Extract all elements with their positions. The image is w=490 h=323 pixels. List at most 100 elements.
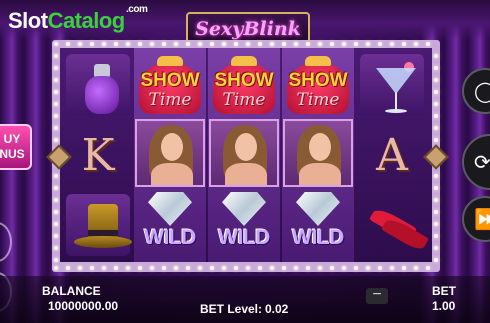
bulb-light (270, 266, 274, 270)
bulb-light (78, 42, 82, 46)
symbol-k: K (62, 120, 134, 190)
symbol-wild: WILD (134, 188, 206, 258)
bulb-light (54, 90, 58, 94)
bulb-light (378, 266, 382, 270)
bulb-light (318, 42, 322, 46)
bulb-light (54, 186, 58, 190)
bulb-light (66, 266, 70, 270)
bulb-light (54, 222, 58, 226)
bulb-light (150, 266, 154, 270)
wild-label: WILD (218, 226, 270, 249)
diamond-wild-icon: WILD (282, 188, 354, 258)
bulb-light (294, 42, 298, 46)
bulb-light (390, 266, 394, 270)
bulb-light (390, 42, 394, 46)
bulb-light (378, 42, 382, 46)
show-time-icon: SHOW Time (135, 52, 205, 118)
martini-icon (360, 54, 424, 116)
symbol-red-heels (356, 190, 429, 260)
bulb-light (54, 174, 58, 178)
balance-label: BALANCE (42, 284, 101, 298)
bulb-light (306, 42, 310, 46)
bulb-light (434, 54, 438, 58)
letter-a: A (376, 129, 408, 181)
bulb-light (54, 54, 58, 58)
buy-bonus-button[interactable]: UY NUS (0, 124, 32, 170)
watermark-catalog: Catalog (47, 8, 126, 33)
bulb-light (138, 266, 142, 270)
bulb-light (434, 246, 438, 250)
bulb-light (330, 42, 334, 46)
show-time-line1: SHOW (288, 70, 348, 91)
bulb-light (54, 78, 58, 82)
bulb-light (210, 266, 214, 270)
bulb-light (414, 42, 418, 46)
bulb-light (54, 126, 58, 130)
bulb-light (186, 42, 190, 46)
bulb-light (366, 266, 370, 270)
bulb-light (138, 42, 142, 46)
show-time-icon: SHOW Time (209, 52, 279, 118)
bet-level-value: 0.02 (265, 302, 289, 316)
bulb-light (54, 210, 58, 214)
bulb-light (66, 42, 70, 46)
symbol-show-time: SHOW Time (282, 50, 354, 120)
bulb-light (54, 234, 58, 238)
bulb-light (54, 66, 58, 70)
bulb-light (402, 42, 406, 46)
bulb-light (186, 266, 190, 270)
symbol-woman (208, 118, 280, 188)
symbol-show-time: SHOW Time (134, 50, 206, 120)
bulb-light (342, 266, 346, 270)
bulb-light (426, 266, 430, 270)
bulb-light (258, 42, 262, 46)
show-time-icon: SHOW Time (283, 52, 353, 118)
bulb-light (126, 42, 130, 46)
bulb-light (54, 246, 58, 250)
woman-portrait-icon (209, 119, 279, 187)
bulb-light (54, 258, 58, 262)
symbol-top-hat (62, 190, 134, 260)
bulb-light (222, 266, 226, 270)
bulb-light (354, 42, 358, 46)
bulb-light (90, 266, 94, 270)
bulb-light (414, 266, 418, 270)
minus-icon: − (372, 286, 382, 303)
show-time-line2: Time (296, 90, 340, 110)
watermark-com: .com (126, 4, 148, 15)
bulb-light (210, 42, 214, 46)
diamond-wild-icon: WILD (208, 188, 280, 258)
bulb-light (354, 266, 358, 270)
bulb-light (434, 78, 438, 82)
bulb-light (434, 234, 438, 238)
show-time-line1: SHOW (214, 70, 274, 91)
show-time-line1: SHOW (140, 70, 200, 91)
bulb-light (54, 114, 58, 118)
bulb-light (434, 138, 438, 142)
buy-bonus-line2: NUS (0, 147, 25, 161)
refresh-icon: ⟳ (474, 151, 490, 174)
show-time-line2: Time (148, 90, 192, 110)
woman-portrait-icon (283, 119, 353, 187)
balance-value: 10000000.00 (48, 299, 119, 313)
bulb-light (426, 42, 430, 46)
bulb-light (102, 266, 106, 270)
watermark-slot: Slot (8, 8, 48, 33)
bulb-light (434, 174, 438, 178)
symbol-wild: WILD (282, 188, 354, 258)
bulb-light (434, 222, 438, 226)
bulb-light (402, 266, 406, 270)
bulb-light (102, 42, 106, 46)
bulb-light (306, 266, 310, 270)
perfume-icon (66, 54, 130, 116)
bulb-light (162, 266, 166, 270)
diamond-wild-icon: WILD (134, 188, 206, 258)
bulb-light (246, 42, 250, 46)
symbol-perfume (62, 50, 134, 120)
top-hat-icon (66, 194, 132, 256)
bulb-light (78, 266, 82, 270)
bulb-light (198, 266, 202, 270)
bulb-light (54, 198, 58, 202)
bulb-light (434, 126, 438, 130)
decrease-bet-button[interactable]: − (366, 286, 388, 304)
